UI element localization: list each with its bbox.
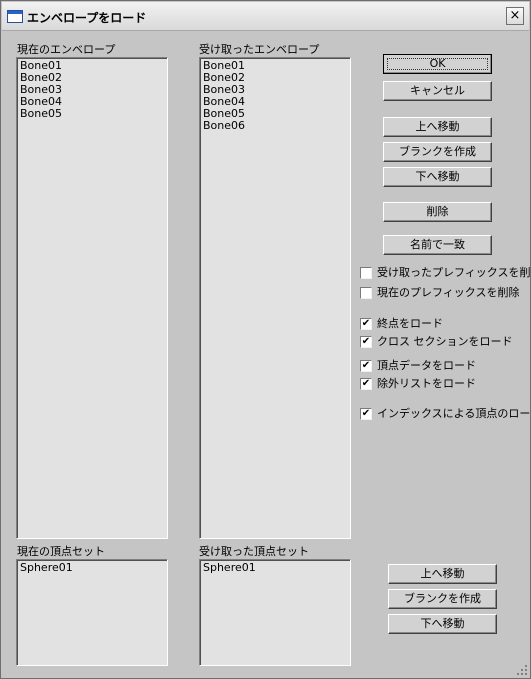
checkbox-label: 頂点データをロード <box>377 359 476 372</box>
ok-button[interactable]: OK <box>383 54 492 74</box>
check-mark-icon: ✔ <box>360 378 372 390</box>
check-mark-icon: ✔ <box>360 336 372 348</box>
window-title: エンベロープをロード <box>27 11 147 25</box>
close-icon: × <box>509 8 521 23</box>
received-vertex-set-list[interactable]: Sphere01 <box>199 559 351 666</box>
current-envelopes-label: 現在のエンベロープ <box>17 43 116 56</box>
check-mark-icon: ✔ <box>360 408 372 420</box>
move-up-button[interactable]: 上へ移動 <box>383 117 492 137</box>
checkbox-label: 受け取ったプレフィックスを削除 <box>377 266 531 279</box>
current-vertex-set-list[interactable]: Sphere01 <box>16 559 168 666</box>
match-by-name-button[interactable]: 名前で一致 <box>383 235 492 255</box>
current-vertex-set-label: 現在の頂点セット <box>17 545 105 558</box>
vertex-create-blank-button[interactable]: ブランクを作成 <box>388 589 497 609</box>
checkbox-label: クロス セクションをロード <box>377 335 513 348</box>
create-blank-button[interactable]: ブランクを作成 <box>383 142 492 162</box>
checkbox-label: インデックスによる頂点のロード <box>377 407 531 420</box>
checkbox-box <box>360 267 372 279</box>
delete-button[interactable]: 削除 <box>383 202 492 222</box>
resize-grip-icon[interactable] <box>517 665 527 675</box>
vertex-move-up-button[interactable]: 上へ移動 <box>388 564 497 584</box>
move-down-button[interactable]: 下へ移動 <box>383 167 492 187</box>
list-item[interactable]: Sphere01 <box>20 562 164 574</box>
current-envelopes-list[interactable]: Bone01 Bone02 Bone03 Bone04 Bone05 <box>16 57 168 539</box>
vertex-move-down-button[interactable]: 下へ移動 <box>388 614 497 634</box>
received-envelopes-list[interactable]: Bone01 Bone02 Bone03 Bone04 Bone05 Bone0… <box>199 57 351 539</box>
cancel-button[interactable]: キャンセル <box>383 81 492 101</box>
checkbox-label: 現在のプレフィックスを削除 <box>377 286 520 299</box>
checkbox-label: 除外リストをロード <box>377 377 476 390</box>
check-mark-icon: ✔ <box>360 318 372 330</box>
close-button[interactable]: × <box>506 7 524 25</box>
window-icon <box>7 10 23 23</box>
checkbox-box <box>360 287 372 299</box>
load-envelopes-dialog: エンベロープをロード × 現在のエンベロープ Bone01 Bone02 Bon… <box>0 0 531 679</box>
list-item[interactable]: Sphere01 <box>203 562 347 574</box>
received-envelopes-label: 受け取ったエンベロープ <box>199 43 320 56</box>
title-bar[interactable]: エンベロープをロード × <box>2 2 529 31</box>
received-vertex-set-label: 受け取った頂点セット <box>199 545 309 558</box>
check-mark-icon: ✔ <box>360 360 372 372</box>
list-item[interactable]: Bone05 <box>20 108 164 120</box>
checkbox-label: 終点をロード <box>377 317 443 330</box>
list-item[interactable]: Bone06 <box>203 120 347 132</box>
